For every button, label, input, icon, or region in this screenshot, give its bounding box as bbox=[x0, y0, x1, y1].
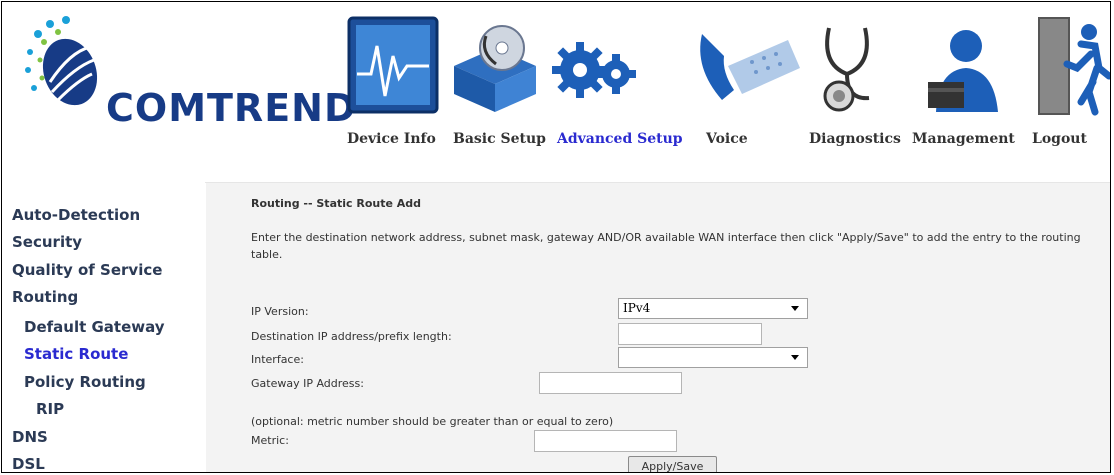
sidebar-item-quality-of-service[interactable]: Quality of Service bbox=[12, 261, 162, 279]
gateway-ip-input[interactable] bbox=[539, 372, 682, 394]
interface-select[interactable] bbox=[618, 347, 808, 368]
apply-save-button[interactable]: Apply/Save bbox=[628, 456, 717, 472]
main-content: Routing -- Static Route Add Enter the de… bbox=[206, 183, 1110, 472]
stethoscope-icon[interactable] bbox=[817, 20, 887, 116]
sidebar-item-routing[interactable]: Routing bbox=[12, 288, 78, 306]
sidebar-item-static-route[interactable]: Static Route bbox=[24, 345, 128, 363]
nav-diagnostics[interactable]: Diagnostics bbox=[809, 131, 901, 147]
device-info-chart-icon[interactable] bbox=[347, 16, 439, 114]
sidebar-item-default-gateway[interactable]: Default Gateway bbox=[24, 318, 165, 336]
chevron-down-icon bbox=[791, 306, 799, 311]
sidebar-menu: Auto-Detection Security Quality of Servi… bbox=[2, 182, 205, 472]
destination-ip-label: Destination IP address/prefix length: bbox=[251, 330, 452, 343]
header-banner: COMTREND Device Info Basic Setup Advance… bbox=[2, 2, 1111, 183]
sidebar-item-auto-detection[interactable]: Auto-Detection bbox=[12, 206, 140, 224]
metric-input[interactable] bbox=[534, 430, 677, 452]
nav-management[interactable]: Management bbox=[912, 131, 1015, 147]
destination-ip-input[interactable] bbox=[618, 323, 762, 345]
user-laptop-icon[interactable] bbox=[922, 22, 1002, 116]
sidebar-item-security[interactable]: Security bbox=[12, 233, 82, 251]
comtrend-logo-icon bbox=[25, 16, 98, 106]
exit-door-icon[interactable] bbox=[1037, 16, 1111, 116]
ip-version-selected-value: IPv4 bbox=[623, 301, 651, 315]
router-admin-page: COMTREND Device Info Basic Setup Advance… bbox=[1, 1, 1111, 473]
ip-version-label: IP Version: bbox=[251, 305, 309, 318]
page-description: Enter the destination network address, s… bbox=[251, 231, 1081, 261]
interface-label: Interface: bbox=[251, 353, 304, 366]
comtrend-wordmark: COMTREND bbox=[106, 86, 357, 130]
cd-box-icon[interactable] bbox=[450, 22, 540, 114]
nav-voice[interactable]: Voice bbox=[706, 131, 748, 147]
phone-icon[interactable] bbox=[692, 28, 802, 108]
sidebar-item-dsl[interactable]: DSL bbox=[12, 455, 45, 472]
gears-icon[interactable] bbox=[550, 24, 640, 114]
nav-advanced-setup[interactable]: Advanced Setup bbox=[557, 131, 683, 147]
sidebar-item-rip[interactable]: RIP bbox=[36, 400, 64, 418]
chevron-down-icon bbox=[791, 355, 799, 360]
nav-logout[interactable]: Logout bbox=[1032, 131, 1087, 147]
sidebar-item-policy-routing[interactable]: Policy Routing bbox=[24, 373, 146, 391]
metric-label: Metric: bbox=[251, 434, 289, 447]
page-title: Routing -- Static Route Add bbox=[251, 197, 422, 210]
ip-version-select[interactable]: IPv4 bbox=[618, 298, 808, 319]
metric-note: (optional: metric number should be great… bbox=[251, 415, 614, 428]
sidebar-item-dns[interactable]: DNS bbox=[12, 428, 48, 446]
gateway-ip-label: Gateway IP Address: bbox=[251, 377, 364, 390]
nav-basic-setup[interactable]: Basic Setup bbox=[453, 131, 546, 147]
nav-device-info[interactable]: Device Info bbox=[347, 131, 436, 147]
